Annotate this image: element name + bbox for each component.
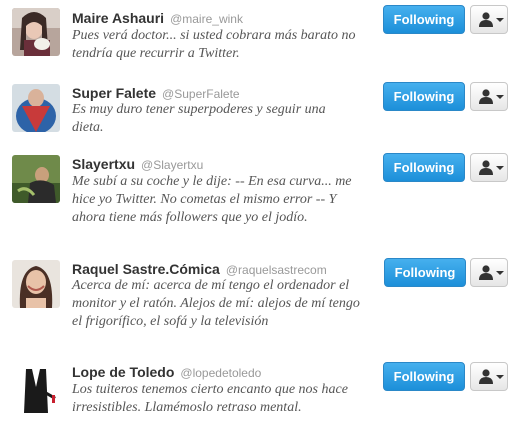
- caret-down-icon: [496, 95, 504, 99]
- user-bio: Pues verá doctor... si usted cobrara más…: [72, 28, 356, 61]
- user-name[interactable]: Slayertxu @Slayertxu: [72, 156, 203, 172]
- avatar[interactable]: [12, 260, 60, 308]
- caret-down-icon: [496, 166, 504, 170]
- user-actions-dropdown[interactable]: [470, 362, 508, 391]
- following-button[interactable]: Following: [384, 258, 466, 287]
- following-button[interactable]: Following: [383, 82, 465, 111]
- user-name[interactable]: Super Falete @SuperFalete: [72, 85, 240, 101]
- following-button[interactable]: Following: [383, 5, 465, 34]
- display-name[interactable]: Slayertxu: [72, 156, 135, 172]
- person-icon: [479, 265, 493, 280]
- user-bio: Me subí a su coche y le dije: -- En esa …: [72, 174, 352, 225]
- avatar[interactable]: [12, 84, 60, 132]
- user-actions-dropdown[interactable]: [470, 153, 508, 182]
- person-icon: [479, 160, 493, 175]
- user-bio: Es muy duro tener superpoderes y seguir …: [72, 102, 326, 135]
- user-name[interactable]: Maire Ashauri @maire_wink: [72, 10, 243, 26]
- user-handle[interactable]: @Slayertxu: [141, 158, 203, 172]
- user-row: Lope de Toledo @lopedetoledo Los tuiteros…: [0, 358, 520, 438]
- display-name[interactable]: Super Falete: [72, 85, 156, 101]
- display-name[interactable]: Maire Ashauri: [72, 10, 164, 26]
- user-row: Raquel Sastre.Cómica @raquelsastrecom Ace…: [0, 256, 520, 358]
- user-actions-dropdown[interactable]: [470, 258, 508, 287]
- person-icon: [479, 89, 493, 104]
- display-name[interactable]: Raquel Sastre.Cómica: [72, 261, 220, 277]
- avatar[interactable]: [12, 155, 60, 203]
- user-row: Slayertxu @Slayertxu Me subí a su coche y…: [0, 150, 520, 256]
- user-row: Maire Ashauri @maire_wink Pues verá docto…: [0, 0, 520, 78]
- user-actions-dropdown[interactable]: [470, 82, 508, 111]
- person-icon: [479, 369, 493, 384]
- caret-down-icon: [496, 271, 504, 275]
- user-name[interactable]: Lope de Toledo @lopedetoledo: [72, 364, 261, 380]
- avatar[interactable]: [12, 8, 60, 56]
- user-handle[interactable]: @lopedetoledo: [180, 366, 261, 380]
- person-icon: [479, 12, 493, 27]
- user-row: Super Falete @SuperFalete Es muy duro ten…: [0, 78, 520, 150]
- user-handle[interactable]: @maire_wink: [170, 12, 243, 26]
- user-name[interactable]: Raquel Sastre.Cómica @raquelsastrecom: [72, 261, 327, 277]
- user-actions-dropdown[interactable]: [470, 5, 508, 34]
- caret-down-icon: [496, 18, 504, 22]
- user-bio: Acerca de mí: acerca de mí tengo el orde…: [72, 278, 360, 329]
- display-name[interactable]: Lope de Toledo: [72, 364, 174, 380]
- following-button[interactable]: Following: [383, 153, 465, 182]
- user-handle[interactable]: @raquelsastrecom: [226, 263, 327, 277]
- avatar[interactable]: [12, 365, 60, 413]
- following-button[interactable]: Following: [383, 362, 465, 391]
- user-bio: Los tuiteros tenemos cierto encanto que …: [72, 382, 348, 415]
- user-handle[interactable]: @SuperFalete: [162, 87, 240, 101]
- caret-down-icon: [496, 375, 504, 379]
